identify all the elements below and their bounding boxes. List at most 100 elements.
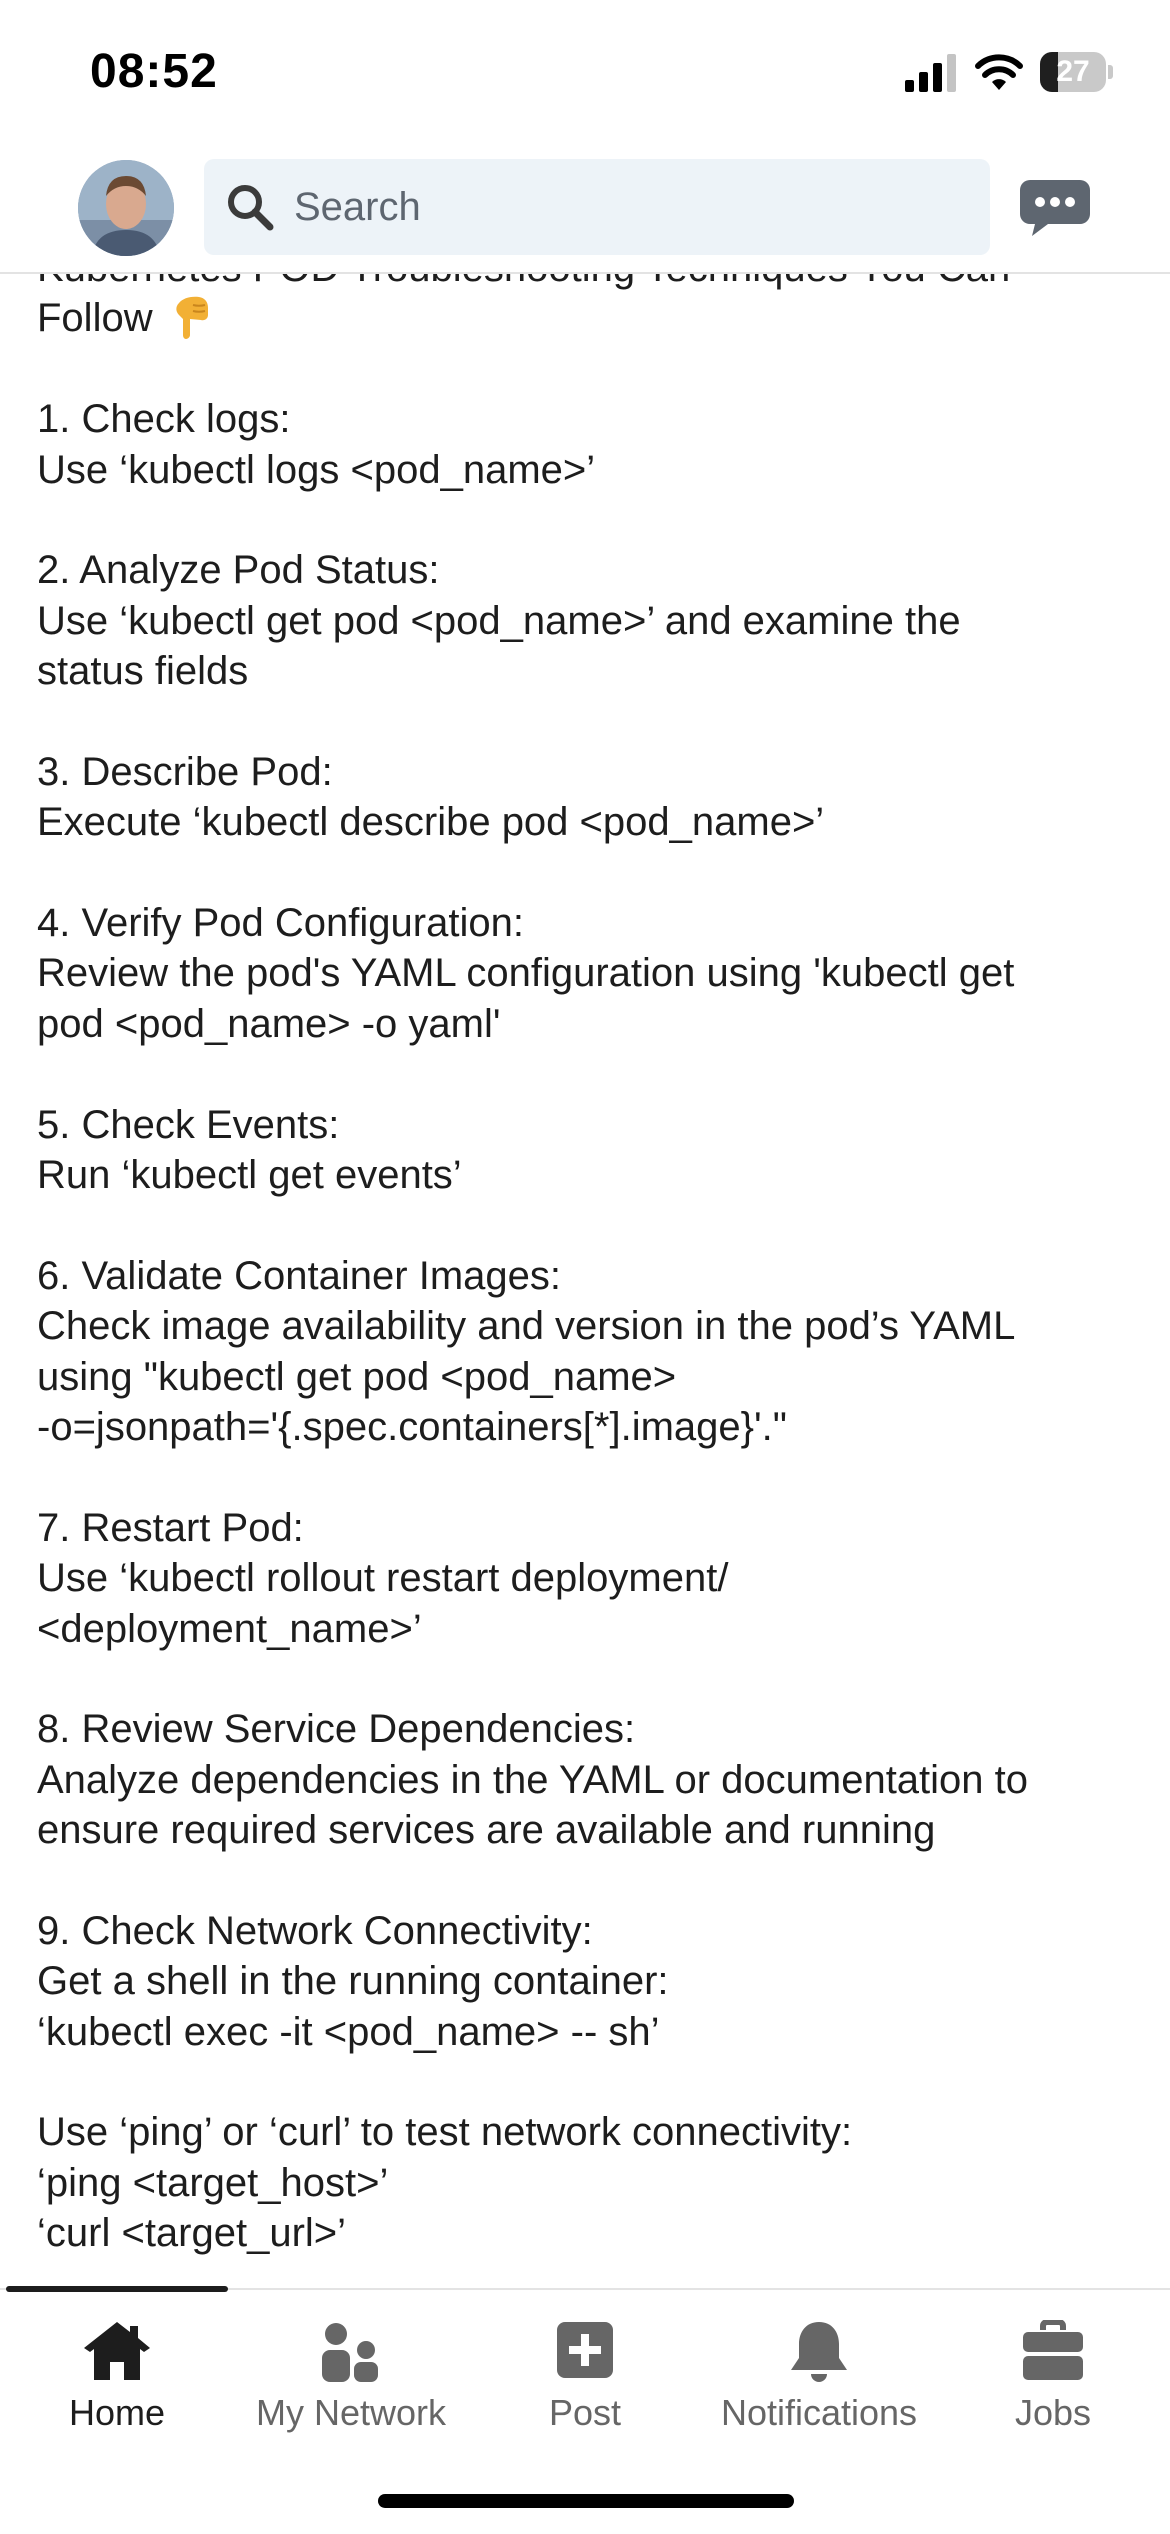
- home-indicator: [378, 2494, 794, 2508]
- post-line: Use ‘kubectl logs <pod_name>’: [37, 445, 1147, 495]
- post-line-text: 7. Restart Pod:: [37, 1505, 304, 1550]
- post-line: 5. Check Events:: [37, 1100, 1147, 1150]
- post-line: 4. Verify Pod Configuration:: [37, 898, 1147, 948]
- post-line-text: Use ‘kubectl get pod <pod_name>’ and exa…: [37, 598, 961, 643]
- post-line: Use ‘kubectl get pod <pod_name>’ and exa…: [37, 596, 1147, 646]
- post-line: ‘curl <target_url>’: [37, 2208, 1147, 2258]
- post-text: Kubernetes POD Troubleshooting Technique…: [37, 272, 1147, 2259]
- post-line-text: status fields: [37, 649, 249, 694]
- nav-label-jobs: Jobs: [1014, 2392, 1092, 2433]
- post-line: Follow: [37, 293, 1147, 343]
- post-line: Get a shell in the running container:: [37, 1956, 1147, 2006]
- nav-label-home: Home: [68, 2392, 166, 2433]
- post-line: ensure required services are available a…: [37, 1805, 1147, 1855]
- search-input[interactable]: Search: [204, 159, 990, 255]
- post-line-text: Use ‘ping’ or ‘curl’ to test network con…: [37, 2110, 853, 2155]
- post-line: 8. Review Service Dependencies:: [37, 1704, 1147, 1754]
- post-line-text: Run ‘kubectl get events’: [37, 1153, 462, 1198]
- post-line: 1. Check logs:: [37, 394, 1147, 444]
- post-line-text: Check image availability and version in …: [37, 1304, 1016, 1349]
- post-line-text: ‘curl <target_url>’: [37, 2211, 347, 2256]
- post-line: Execute ‘kubectl describe pod <pod_name>…: [37, 797, 1147, 847]
- post-line-text: 1. Check logs:: [37, 397, 291, 442]
- post-line: 9. Check Network Connectivity:: [37, 1906, 1147, 1956]
- wifi-icon: [975, 54, 1023, 90]
- my-network-icon: [322, 2323, 378, 2382]
- post-line-text: 2. Analyze Pod Status:: [37, 548, 440, 593]
- post-line: Use ‘kubectl rollout restart deployment/: [37, 1553, 1147, 1603]
- post-icon: [557, 2322, 613, 2378]
- post-line: using "kubectl get pod <pod_name>: [37, 1352, 1147, 1402]
- post-line: Analyze dependencies in the YAML or docu…: [37, 1755, 1147, 1805]
- backhand-index-pointing-down-icon: [175, 297, 208, 340]
- nav-label-notifications: Notifications: [720, 2392, 918, 2433]
- post-line: 3. Describe Pod:: [37, 747, 1147, 797]
- bottom-nav: Home My Network Post Notifications Jobs: [0, 2288, 1170, 2534]
- post-line-text: Analyze dependencies in the YAML or docu…: [37, 1757, 1029, 1802]
- post-line: 2. Analyze Pod Status:: [37, 545, 1147, 595]
- post-line-text: Review the pod's YAML configuration usin…: [37, 951, 1015, 996]
- post-line-text: ‘ping <target_host>’: [37, 2160, 389, 2205]
- active-tab-indicator: [6, 2286, 228, 2292]
- post-line-text: Use ‘kubectl rollout restart deployment/: [37, 1556, 729, 1601]
- nav-home[interactable]: Home: [0, 2306, 234, 2446]
- post-line: pod <pod_name> -o yaml': [37, 999, 1147, 1049]
- post-line: status fields: [37, 646, 1147, 696]
- post-line-text: 8. Review Service Dependencies:: [37, 1707, 636, 1752]
- post-line: Review the pod's YAML configuration usin…: [37, 948, 1147, 998]
- post-line-text: 5. Check Events:: [37, 1102, 340, 1147]
- nav-label-my-network: My Network: [255, 2392, 447, 2433]
- post-line: <deployment_name>’: [37, 1604, 1147, 1654]
- top-header: Search: [0, 150, 1170, 274]
- nav-notifications[interactable]: Notifications: [702, 2306, 936, 2446]
- post-line-text: ensure required services are available a…: [37, 1808, 936, 1853]
- post-line-text: Execute ‘kubectl describe pod <pod_name>…: [37, 800, 825, 845]
- post-line-text: <deployment_name>’: [37, 1606, 422, 1651]
- post-line-text: 4. Verify Pod Configuration:: [37, 901, 524, 946]
- post-line-text: Kubernetes POD Troubleshooting Technique…: [37, 272, 1010, 290]
- nav-post[interactable]: Post: [468, 2306, 702, 2446]
- post-line: 6. Validate Container Images:: [37, 1251, 1147, 1301]
- avatar-image: [78, 160, 174, 256]
- post-line-text: using "kubectl get pod <pod_name>: [37, 1354, 677, 1399]
- jobs-icon: [1023, 2320, 1083, 2380]
- post-line-text: Get a shell in the running container:: [37, 1959, 669, 2004]
- post-line: Kubernetes POD Troubleshooting Technique…: [37, 272, 1147, 293]
- post-line: Check image availability and version in …: [37, 1301, 1147, 1351]
- post-line-text: 9. Check Network Connectivity:: [37, 1908, 593, 1953]
- post-line: -o=jsonpath='{.spec.containers[*].image}…: [37, 1402, 1147, 1452]
- post-line-text: Follow: [37, 296, 153, 341]
- post-line-text: ‘kubectl exec -it <pod_name> -- sh’: [37, 2009, 660, 2054]
- post-line-text: -o=jsonpath='{.spec.containers[*].image}…: [37, 1404, 787, 1449]
- post-content: Kubernetes POD Troubleshooting Technique…: [0, 272, 1170, 2288]
- home-icon: [84, 2322, 150, 2380]
- post-line-text: 6. Validate Container Images:: [37, 1253, 562, 1298]
- status-time: 08:52: [90, 45, 218, 98]
- avatar[interactable]: [78, 160, 174, 256]
- nav-label-post: Post: [548, 2392, 622, 2433]
- post-line-text: Use ‘kubectl logs <pod_name>’: [37, 447, 596, 492]
- post-line: ‘kubectl exec -it <pod_name> -- sh’: [37, 2007, 1147, 2057]
- post-line: Use ‘ping’ or ‘curl’ to test network con…: [37, 2107, 1147, 2157]
- messaging-icon[interactable]: [1018, 176, 1092, 240]
- status-bar: 08:52 27: [0, 0, 1170, 150]
- post-line: ‘ping <target_host>’: [37, 2158, 1147, 2208]
- battery-cap: [1108, 65, 1113, 79]
- battery-level: 27: [1056, 55, 1090, 88]
- battery-icon: 27: [1040, 52, 1113, 92]
- search-icon: [228, 185, 274, 231]
- nav-jobs[interactable]: Jobs: [936, 2306, 1170, 2446]
- battery-body: 27: [1040, 52, 1106, 92]
- nav-my-network[interactable]: My Network: [234, 2306, 468, 2446]
- post-line-text: pod <pod_name> -o yaml': [37, 1001, 501, 1046]
